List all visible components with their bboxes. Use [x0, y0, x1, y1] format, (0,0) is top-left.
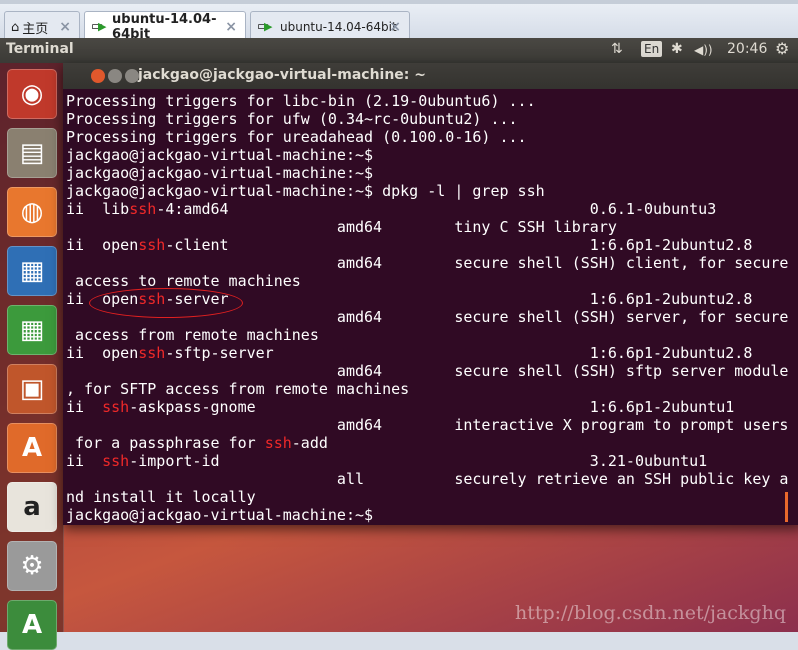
terminal-line: amd64 tiny C SSH library — [66, 218, 617, 236]
close-button[interactable] — [91, 69, 105, 83]
browser-tab-bar: ⌂ 主页 × ▭ ▶ ubuntu-14.04-64bit × ▭ ▶ ubuntu-14.0… — [0, 0, 798, 42]
minimize-button[interactable] — [108, 69, 122, 83]
text-segment: ii — [66, 452, 103, 470]
watermark: http://blog.csdn.net/jackghq — [514, 602, 786, 624]
launcher-software-updater-icon[interactable]: A — [7, 600, 57, 650]
text-segment: -client 1:6.6p1-2ubuntu2.8 — [165, 236, 753, 254]
text-segment: -server 1:6.6p1-2ubuntu2.8 — [165, 290, 753, 308]
terminal-line: ii ssh-askpass-gnome 1:6.6p1-2ubuntu1 — [66, 398, 798, 416]
launcher-impress-icon[interactable]: ▣ — [7, 364, 57, 414]
launcher-writer-icon[interactable]: ▦ — [7, 246, 57, 296]
highlight-match: ssh — [264, 434, 292, 452]
launcher-settings-icon[interactable]: ⚙ — [7, 541, 57, 591]
text-segment: ii open — [66, 236, 139, 254]
terminal-line: jackgao@jackgao-virtual-machine:~$ — [66, 164, 374, 182]
gear-icon[interactable]: ⚙ — [775, 39, 789, 58]
highlight-match: ssh — [102, 452, 130, 470]
terminal-line: Processing triggers for ufw (0.34~rc-0ub… — [66, 110, 518, 128]
close-icon[interactable]: × — [225, 19, 237, 35]
clock[interactable]: 20:46 — [727, 41, 767, 57]
maximize-button[interactable] — [125, 69, 139, 83]
terminal-line: ii openssh-client 1:6.6p1-2ubuntu2.8 — [66, 236, 798, 254]
terminal-line: for a passphrase for ssh-add — [66, 434, 798, 452]
terminal-line: ii ssh-import-id 3.21-0ubuntu1 — [66, 452, 798, 470]
terminal-line: ii libssh-4:amd64 0.6.1-0ubuntu3 — [66, 200, 798, 218]
terminal-line: ii openssh-sftp-server 1:6.6p1-2ubuntu2.… — [66, 344, 798, 362]
close-icon[interactable]: × — [59, 19, 71, 35]
terminal-line: nd install it locally — [66, 488, 256, 506]
home-icon: ⌂ — [11, 19, 20, 35]
bluetooth-icon[interactable]: ✱ — [671, 41, 683, 57]
terminal-line: all securely retrieve an SSH public key … — [66, 470, 789, 488]
launcher-calc-icon[interactable]: ▦ — [7, 305, 57, 355]
text-segment: -askpass-gnome 1:6.6p1-2ubuntu1 — [129, 398, 735, 416]
text-segment: for a passphrase for — [66, 434, 265, 452]
terminal-line: jackgao@jackgao-virtual-machine:~$ dpkg … — [66, 182, 545, 200]
text-segment: -import-id 3.21-0ubuntu1 — [129, 452, 708, 470]
terminal-line: jackgao@jackgao-virtual-machine:~$ — [66, 506, 374, 524]
launcher-firefox-icon[interactable]: ◍ — [7, 187, 57, 237]
terminal-line: , for SFTP access from remote machines — [66, 380, 410, 398]
keyboard-language[interactable]: En — [641, 41, 663, 57]
window-title: jackgao@jackgao-virtual-machine: ~ — [138, 67, 427, 83]
text-segment: -sftp-server 1:6.6p1-2ubuntu2.8 — [165, 344, 753, 362]
launcher-files-icon[interactable]: ▤ — [7, 128, 57, 178]
text-segment: ii lib — [66, 200, 130, 218]
launcher-software-center-icon[interactable]: A — [7, 423, 57, 473]
annotation-ellipse — [89, 288, 243, 318]
scroll-indicator[interactable] — [785, 492, 788, 522]
text-segment: -add — [291, 434, 328, 452]
terminal-line: Processing triggers for ureadahead (0.10… — [66, 128, 527, 146]
app-title: Terminal — [6, 41, 74, 57]
launcher: ◉ ▤ ◍ ▦ ▦ ▣ Aa ⚙ A — [0, 63, 64, 650]
tab-label: 主页 — [22, 21, 49, 37]
terminal-line: jackgao@jackgao-virtual-machine:~$ — [66, 146, 374, 164]
terminal-titlebar[interactable]: jackgao@jackgao-virtual-machine: ~ — [63, 63, 798, 89]
volume-icon[interactable]: ◀)) — [694, 43, 713, 57]
close-icon[interactable]: × — [389, 19, 401, 35]
text-segment: -4:amd64 0.6.1-0ubuntu3 — [156, 200, 717, 218]
highlight-match: ssh — [129, 200, 157, 218]
launcher-amazon-icon[interactable]: a — [7, 482, 57, 532]
highlight-match: ssh — [138, 344, 166, 362]
network-icon[interactable]: ⇅ — [611, 41, 623, 57]
top-panel: Terminal ⇅ En ✱ ◀)) 20:46 ⚙ — [0, 38, 798, 63]
terminal-line: access from remote machines — [66, 326, 319, 344]
highlight-match: ssh — [138, 236, 166, 254]
vm-icon: ▭ ▶ — [91, 19, 107, 34]
vm-icon: ▭ ▶ — [257, 19, 273, 34]
launcher-dash-icon[interactable]: ◉ — [7, 69, 57, 119]
terminal-line: amd64 interactive X program to prompt us… — [66, 416, 789, 434]
terminal-line: amd64 secure shell (SSH) client, for sec… — [66, 254, 789, 272]
text-segment: ii open — [66, 344, 139, 362]
text-segment: ii — [66, 398, 103, 416]
terminal-line: Processing triggers for libc-bin (2.19-0… — [66, 92, 536, 110]
highlight-match: ssh — [102, 398, 130, 416]
terminal-line: amd64 secure shell (SSH) sftp server mod… — [66, 362, 789, 380]
tab-label: ubuntu-14.04-64bit — [280, 20, 397, 34]
